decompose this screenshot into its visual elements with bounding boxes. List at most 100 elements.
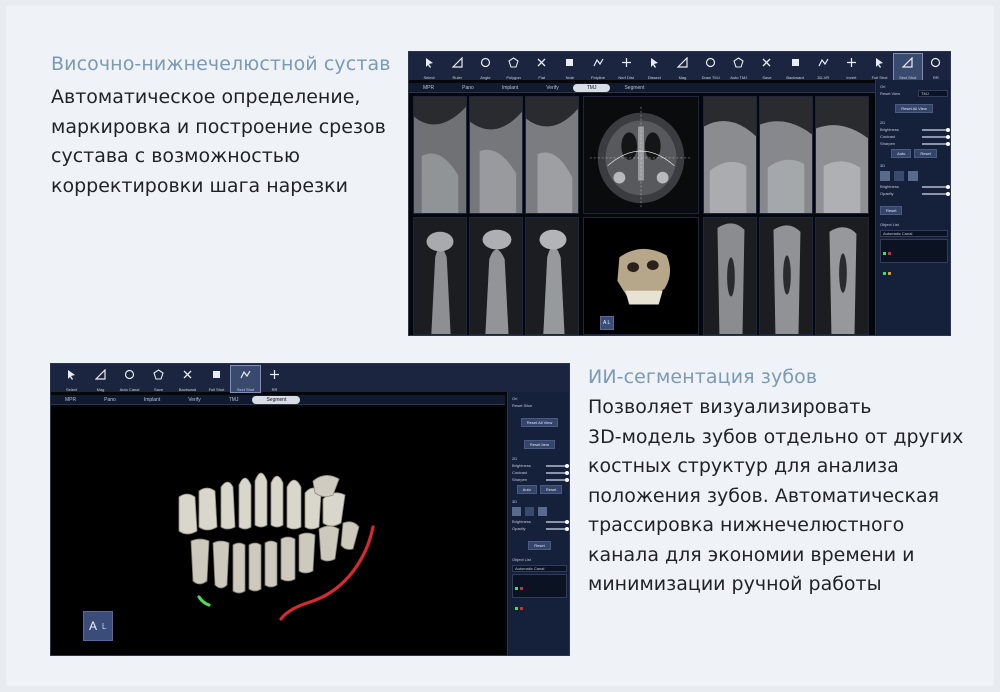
tool-save-button[interactable]: Save (753, 54, 781, 80)
tmj-slice-tile[interactable] (815, 96, 869, 214)
tool-select-button[interactable]: Select (415, 54, 443, 80)
tool-3d-vr-button[interactable]: 3D-VR (809, 54, 837, 80)
tab-verify[interactable]: Verify (532, 84, 573, 92)
condyle-slice-tile[interactable] (525, 217, 579, 335)
tool-angle-button[interactable]: Angle (471, 54, 499, 80)
canal-slice-tile[interactable] (815, 217, 869, 335)
contrast-slider[interactable] (922, 134, 950, 139)
tab-mpr[interactable]: MPR (51, 396, 90, 404)
brightness-slider[interactable] (546, 463, 569, 468)
brightness-3d-slider[interactable] (922, 184, 950, 189)
tab-tmj[interactable]: TMJ (215, 396, 253, 404)
tab-implant[interactable]: Implant (130, 396, 174, 404)
tab-segment[interactable]: Segment (252, 395, 301, 404)
reset-all-view-button[interactable]: Reset All View (520, 418, 559, 427)
opacity-slider[interactable] (922, 191, 950, 196)
tab-pano[interactable]: Pano (90, 396, 130, 404)
tool-angle-icon (480, 57, 491, 75)
tool-polygon-icon (508, 57, 519, 75)
3d-skull-view[interactable]: A L (583, 217, 699, 335)
tool-flat-button[interactable]: Flat (528, 54, 556, 80)
tool-dissect-button[interactable]: Dissect (640, 54, 668, 80)
tool-label: Mag (96, 387, 105, 392)
tool-backward-button[interactable]: Backward (173, 366, 202, 392)
render-mode-icon[interactable] (908, 171, 918, 181)
reset-3d-button[interactable]: Reset (880, 206, 903, 215)
tool-ruler-button[interactable]: Ruler (443, 54, 471, 80)
section-2d: 2D (880, 120, 886, 125)
tool-auto-tmj-button[interactable]: Auto TMJ (725, 54, 753, 80)
tool-select-button[interactable]: Select (57, 366, 86, 392)
tool-auto-canal-button[interactable]: Auto Canal (115, 366, 144, 392)
tool-nerf-dist-button[interactable]: Nerf Dist (612, 54, 640, 80)
tool-sect-shot-button[interactable]: Sect Shot (230, 365, 261, 393)
tool-draw-tmj-button[interactable]: Draw TMJ (697, 54, 725, 80)
condyle-slice-tile[interactable] (469, 217, 523, 335)
contrast-slider[interactable] (546, 470, 569, 475)
render-mode-icon[interactable] (525, 507, 534, 516)
tool-mag-button[interactable]: Mag (668, 54, 696, 80)
sharpen-slider[interactable] (546, 477, 569, 482)
tool-full-shot-button[interactable]: Full Shot (866, 54, 894, 80)
brightness-slider[interactable] (922, 127, 950, 132)
tmj-slice-tile[interactable] (469, 96, 523, 214)
brightness-3d-label: Brightness (880, 184, 899, 189)
condyle-slice-tile[interactable] (413, 217, 467, 335)
tool-invert-button[interactable]: Invert (837, 54, 865, 80)
reset-3d-button[interactable]: Reset (528, 541, 551, 550)
tool-label: Backward (786, 75, 804, 80)
segmentation-line: 3D-модель зубов отдельно от других (588, 425, 964, 448)
tool-select-icon (424, 57, 435, 75)
tool-save-button[interactable]: Save (144, 366, 173, 392)
render-mode-icon[interactable] (538, 507, 547, 516)
3d-teeth-view[interactable]: Upper TeethLower TeethUpper JawLower Jaw… (51, 407, 505, 655)
reset-button[interactable]: Reset (914, 149, 937, 158)
tool-rr-button[interactable]: RR (922, 54, 950, 80)
render-mode-icon[interactable] (880, 171, 890, 181)
view-select[interactable]: TMJ (918, 90, 948, 97)
tool-label: Angle (480, 75, 491, 80)
tool-note-button[interactable]: Note (556, 54, 584, 80)
tmj-slice-tile[interactable] (759, 96, 813, 214)
sharpen-slider[interactable] (922, 141, 950, 146)
object-list-select[interactable]: Automatic Canal (512, 565, 567, 572)
tool-sect-shot-button[interactable]: Sect Shot (892, 53, 923, 81)
tab-pano[interactable]: Pano (448, 84, 488, 92)
tab-verify[interactable]: Verify (174, 396, 215, 404)
render-mode-icon[interactable] (512, 507, 521, 516)
tool-full-shot-button[interactable]: Full Shot (202, 366, 231, 392)
reset-all-view-button[interactable]: Reset All View (895, 104, 933, 113)
orientation-cube[interactable]: A L (600, 316, 614, 330)
auto-button[interactable]: Auto (891, 149, 912, 158)
object-list-select[interactable]: Automatic Canal (880, 230, 948, 237)
tool-mag-button[interactable]: Mag (86, 366, 115, 392)
segmentation-feature-title: ИИ-сегментация зубов (588, 366, 818, 388)
tmj-slice-tile[interactable] (525, 96, 579, 214)
reset-button[interactable]: Reset (539, 485, 563, 494)
tmj-line: Автоматическое определение, (51, 86, 361, 108)
reset-item-button[interactable]: Reset Item (523, 440, 556, 449)
axial-view[interactable]: Thickness: 5.00mm (583, 96, 699, 214)
tool-label: Invert (846, 75, 857, 80)
orientation-cube[interactable]: A L (83, 611, 113, 641)
canal-slice-tile[interactable] (703, 217, 757, 335)
brightness-3d-slider[interactable] (546, 519, 569, 524)
tool-backward-button[interactable]: Backward (781, 54, 809, 80)
tmj-slice-tile[interactable] (703, 96, 757, 214)
canal-slice-tile[interactable] (759, 217, 813, 335)
tool-rr-button[interactable]: RR (260, 366, 289, 392)
tab-tmj[interactable]: TMJ (572, 83, 611, 92)
tool-label: Draw TMJ (701, 75, 720, 80)
opacity-label: Opacity (512, 526, 526, 531)
tab-mpr[interactable]: MPR (409, 84, 448, 92)
tab-implant[interactable]: Implant (488, 84, 532, 92)
render-mode-icon[interactable] (894, 171, 904, 181)
tool-mag-icon (94, 368, 106, 387)
auto-button[interactable]: Auto (516, 485, 537, 494)
tool-polygon-button[interactable]: Polygon (499, 54, 527, 80)
tab-segment[interactable]: Segment (610, 84, 658, 92)
opacity-slider[interactable] (546, 526, 569, 531)
tool-full-shot-icon (874, 57, 885, 75)
tool-polyline-button[interactable]: Polyline (584, 54, 612, 80)
tmj-slice-tile[interactable] (413, 96, 467, 214)
